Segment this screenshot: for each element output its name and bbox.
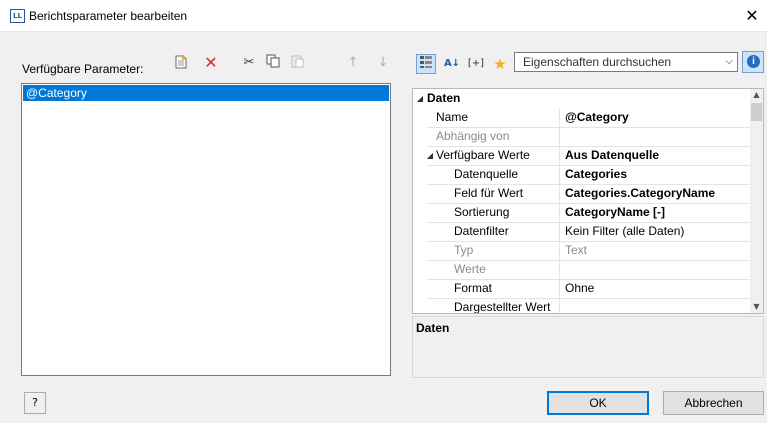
move-down-icon: ↓ — [377, 55, 389, 70]
scroll-up-icon[interactable]: ▲ — [750, 89, 763, 101]
property-name: Abhängig von — [436, 129, 510, 143]
property-search-input[interactable]: Eigenschaften durchsuchen ⌵ — [514, 52, 738, 72]
cancel-button[interactable]: Abbrechen — [663, 391, 764, 415]
info-icon: i — [747, 55, 760, 68]
available-parameters-label: Verfügbare Parameter: — [22, 62, 144, 76]
collapse-icon[interactable]: ◢ — [413, 89, 427, 108]
property-value[interactable] — [559, 298, 750, 313]
property-name: Typ — [454, 243, 474, 257]
property-name: Dargestellter Wert — [454, 300, 551, 314]
property-name: Sortierung — [454, 205, 510, 219]
app-icon: LL — [10, 9, 25, 23]
expand-all-icon[interactable]: [+] — [466, 54, 486, 74]
property-row[interactable]: Typ Text — [413, 241, 750, 261]
property-row[interactable]: Abhängig von — [413, 127, 750, 147]
chevron-down-icon[interactable]: ⌵ — [725, 53, 733, 71]
scroll-down-icon[interactable]: ▼ — [750, 301, 763, 313]
ok-button[interactable]: OK — [547, 391, 649, 415]
sort-az-icon[interactable]: A↓ — [442, 54, 462, 74]
property-value[interactable] — [559, 127, 750, 146]
categorized-view-icon[interactable] — [416, 54, 436, 74]
cut-icon[interactable]: ✂ — [240, 54, 258, 72]
property-row[interactable]: Format Ohne — [413, 279, 750, 299]
property-row[interactable]: ◢ Verfügbare Werte Aus Datenquelle — [413, 146, 750, 166]
property-name: Format — [454, 281, 493, 295]
property-value[interactable]: CategoryName [-] — [559, 203, 750, 222]
category-row[interactable]: ◢ Daten — [413, 89, 750, 108]
property-row[interactable]: Datenquelle Categories — [413, 165, 750, 185]
property-name: Werte — [454, 262, 486, 276]
star-icon[interactable]: ★ — [490, 54, 510, 74]
property-value[interactable]: Categories.CategoryName — [559, 184, 750, 203]
new-parameter-icon[interactable] — [172, 54, 190, 72]
property-value[interactable]: Aus Datenquelle — [559, 146, 750, 165]
title-bar: LL Berichtsparameter bearbeiten ✕ — [0, 0, 767, 32]
help-button[interactable]: ? — [24, 392, 46, 414]
copy-icon[interactable] — [264, 54, 282, 72]
property-value[interactable]: @Category — [559, 108, 750, 127]
property-row[interactable]: Dargestellter Wert — [413, 298, 750, 314]
property-name: Datenquelle — [454, 167, 519, 181]
scroll-thumb[interactable] — [751, 103, 762, 121]
parameter-list[interactable]: @Category — [21, 83, 391, 376]
delete-icon[interactable]: ✕ — [202, 54, 220, 72]
property-value[interactable]: Categories — [559, 165, 750, 184]
close-icon[interactable]: ✕ — [737, 0, 767, 31]
property-row[interactable]: Name @Category — [413, 108, 750, 128]
property-row[interactable]: Sortierung CategoryName [-] — [413, 203, 750, 223]
category-label: Daten — [427, 91, 461, 105]
list-item[interactable]: @Category — [23, 85, 389, 101]
property-name: Verfügbare Werte — [436, 148, 530, 162]
property-row[interactable]: Feld für Wert Categories.CategoryName — [413, 184, 750, 204]
property-row[interactable]: Datenfilter Kein Filter (alle Daten) — [413, 222, 750, 242]
vertical-scrollbar[interactable]: ▲ ▼ — [750, 89, 763, 313]
property-name: Name — [436, 110, 469, 124]
description-panel: Daten — [412, 316, 764, 378]
property-name: Feld für Wert — [454, 186, 524, 200]
property-value[interactable]: Ohne — [559, 279, 750, 298]
window-title: Berichtsparameter bearbeiten — [29, 9, 188, 23]
property-row[interactable]: Werte — [413, 260, 750, 280]
property-value[interactable] — [559, 260, 750, 279]
search-placeholder: Eigenschaften durchsuchen — [523, 55, 672, 69]
paste-icon — [288, 54, 306, 72]
collapse-icon[interactable]: ◢ — [423, 146, 437, 165]
property-value[interactable]: Kein Filter (alle Daten) — [559, 222, 750, 241]
move-up-icon: ↑ — [347, 55, 359, 70]
info-button[interactable]: i — [742, 51, 764, 73]
description-title: Daten — [416, 321, 450, 335]
property-value[interactable]: Text — [559, 241, 750, 260]
property-name: Datenfilter — [454, 224, 509, 238]
help-icon: ? — [32, 396, 38, 409]
property-grid[interactable]: ◢ Daten Name @Category Abhängig von ◢ Ve… — [412, 88, 764, 314]
